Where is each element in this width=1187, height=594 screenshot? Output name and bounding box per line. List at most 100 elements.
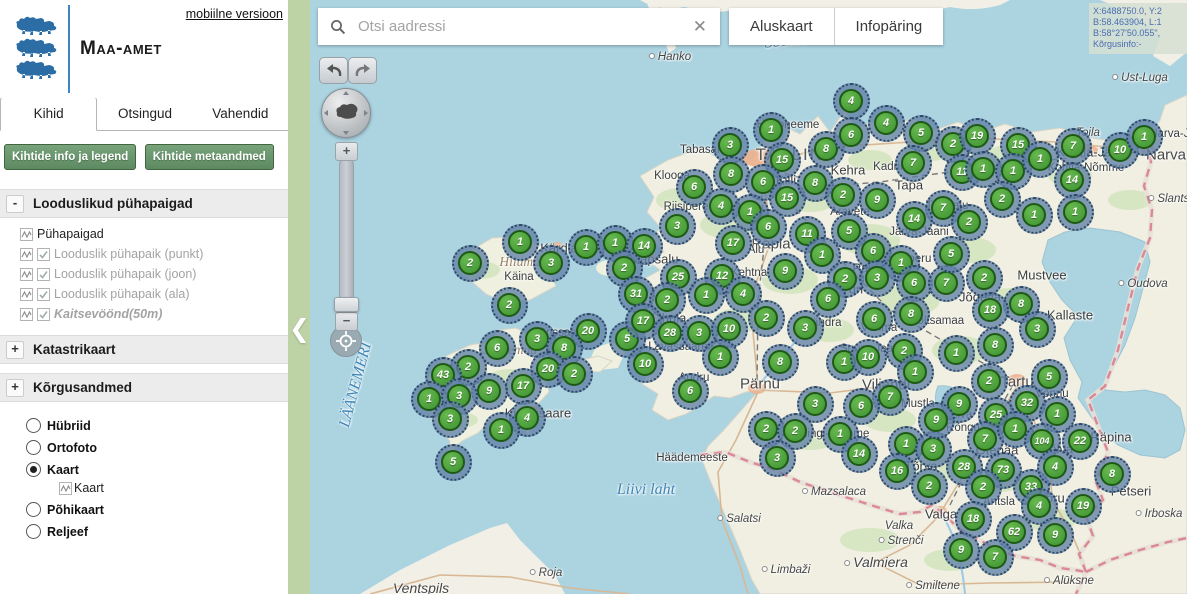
layer-group-sacred-sites[interactable]: - Looduslikud pühapaigad [0,189,288,218]
map-cluster-marker[interactable]: 10 [627,346,664,383]
layer-legend-icon[interactable] [20,288,33,301]
map-cluster-marker[interactable]: 8 [893,296,930,333]
map-cluster-marker[interactable]: 2 [951,204,988,241]
basemap-option-kaart[interactable]: Kaart [26,462,288,477]
layer-group-cadastre[interactable]: + Katastrikaart [0,335,288,364]
map-viewport[interactable]: Soome lahtHankoUst-LugaHaabneemeTALLINNT… [310,0,1187,594]
map-cluster-marker[interactable]: 1 [1022,141,1059,178]
map-cluster-marker[interactable]: 2 [825,177,862,214]
map-cluster-marker[interactable]: 1 [938,335,975,372]
map-cluster-marker[interactable]: 17 [715,225,752,262]
map-cluster-marker[interactable]: 2 [984,181,1021,218]
layer-item[interactable]: Looduslik pühapaik (joon) [0,264,288,284]
map-cluster-marker[interactable]: 3 [533,245,570,282]
layer-info-legend-button[interactable]: Kihtide info ja legend [4,144,136,170]
tab-kihid[interactable]: Kihid [0,97,97,131]
map-cluster-marker[interactable]: 14 [1054,162,1091,199]
map-cluster-marker[interactable]: 4 [1037,449,1074,486]
map-cluster-marker[interactable]: 3 [759,440,796,477]
map-cluster-marker[interactable]: 3 [432,401,469,438]
layer-legend-icon[interactable] [20,268,33,281]
map-cluster-marker[interactable]: 3 [659,208,696,245]
map-cluster-marker[interactable]: 7 [1055,128,1092,165]
map-cluster-marker[interactable]: 18 [972,292,1009,329]
collapse-toggle[interactable]: - [6,195,24,213]
map-cluster-marker[interactable]: 1 [688,277,725,314]
info-query-button[interactable]: Infopäring [834,8,944,45]
map-cluster-marker[interactable]: 10 [850,339,887,376]
map-cluster-marker[interactable]: 8 [762,344,799,381]
sidebar-collapse-arrow-icon[interactable]: ❮ [289,314,310,344]
map-cluster-marker[interactable]: 5 [435,444,472,481]
map-cluster-marker[interactable]: 3 [1019,311,1056,348]
address-search-box[interactable]: ✕ [318,8,720,45]
undo-button[interactable] [319,57,348,84]
map-cluster-marker[interactable]: 17 [505,368,542,405]
search-clear-icon[interactable]: ✕ [693,17,707,37]
map-cluster-marker[interactable]: 6 [833,117,870,154]
map-cluster-marker[interactable]: 1 [502,224,539,261]
map-cluster-marker[interactable]: 1 [702,339,739,376]
map-cluster-marker[interactable]: 6 [856,301,893,338]
radio-button[interactable] [26,440,41,455]
basemap-option-reljeef[interactable]: Reljeef [26,524,288,539]
map-cluster-marker[interactable]: 3 [787,310,824,347]
map-cluster-marker[interactable]: 2 [965,469,1002,506]
basemap-button[interactable]: Aluskaart [729,8,834,45]
radio-button[interactable] [26,524,41,539]
pan-overview-control[interactable] [321,88,371,138]
map-cluster-marker[interactable]: 2 [491,287,528,324]
map-cluster-marker[interactable]: 6 [672,373,709,410]
map-cluster-marker[interactable]: 2 [556,356,593,393]
layer-legend-icon[interactable] [20,308,33,321]
expand-toggle[interactable]: + [6,341,24,359]
layer-item[interactable]: Pühapaigad [0,224,288,244]
zoom-out-button[interactable]: − [335,312,358,331]
map-cluster-marker[interactable]: 8 [1094,456,1131,493]
map-cluster-marker[interactable]: 1 [1057,194,1094,231]
map-cluster-marker[interactable]: 14 [896,201,933,238]
map-cluster-marker[interactable]: 2 [966,260,1003,297]
layer-metadata-button[interactable]: Kihtide metaandmed [145,144,274,170]
map-cluster-marker[interactable]: 1 [1016,197,1053,234]
map-cluster-marker[interactable]: 9 [859,182,896,219]
radio-button[interactable] [26,462,41,477]
map-cluster-marker[interactable]: 3 [859,260,896,297]
basemap-option-ortofoto[interactable]: Ortofoto [26,440,288,455]
map-cluster-marker[interactable]: 2 [971,363,1008,400]
map-cluster-marker[interactable]: 1 [483,412,520,449]
layer-legend-icon[interactable] [20,248,33,261]
zoom-slider-track[interactable] [339,158,354,316]
layer-checkbox[interactable] [37,268,50,281]
zoom-in-button[interactable]: + [335,142,358,161]
layer-legend-icon[interactable] [59,482,72,495]
basemap-option-hübriid[interactable]: Hübriid [26,418,288,433]
layer-item[interactable]: Looduslik pühapaik (ala) [0,284,288,304]
basemap-sublayer[interactable]: Kaart [59,481,288,495]
layer-group-elevation[interactable]: + Kõrgusandmed [0,373,288,402]
zoom-slider-handle[interactable] [334,297,359,312]
radio-button[interactable] [26,418,41,433]
expand-toggle[interactable]: + [6,379,24,397]
map-cluster-marker[interactable]: 7 [977,539,1014,576]
map-cluster-marker[interactable]: 6 [750,209,787,246]
map-cluster-marker[interactable]: 2 [748,300,785,337]
redo-button[interactable] [348,57,377,84]
map-cluster-marker[interactable]: 19 [959,118,996,155]
map-cluster-marker[interactable]: 2 [452,245,489,282]
map-cluster-marker[interactable]: 9 [918,402,955,439]
layer-legend-icon[interactable] [20,228,33,241]
map-cluster-marker[interactable]: 8 [713,156,750,193]
tab-vahendid[interactable]: Vahendid [193,98,288,130]
map-cluster-marker[interactable]: 7 [895,145,932,182]
map-cluster-marker[interactable]: 8 [977,327,1014,364]
map-cluster-marker[interactable]: 2 [911,468,948,505]
layer-item[interactable]: Kaitsevöönd(50m) [0,304,288,324]
radio-button[interactable] [26,502,41,517]
map-cluster-marker[interactable]: 16 [879,453,916,490]
map-cluster-marker[interactable]: 1 [1126,119,1163,156]
layer-item[interactable]: Looduslik pühapaik (punkt) [0,244,288,264]
mobile-version-link[interactable]: mobiilne versioon [186,7,283,21]
map-cluster-marker[interactable]: 19 [1065,488,1102,525]
map-cluster-marker[interactable]: 5 [933,236,970,273]
